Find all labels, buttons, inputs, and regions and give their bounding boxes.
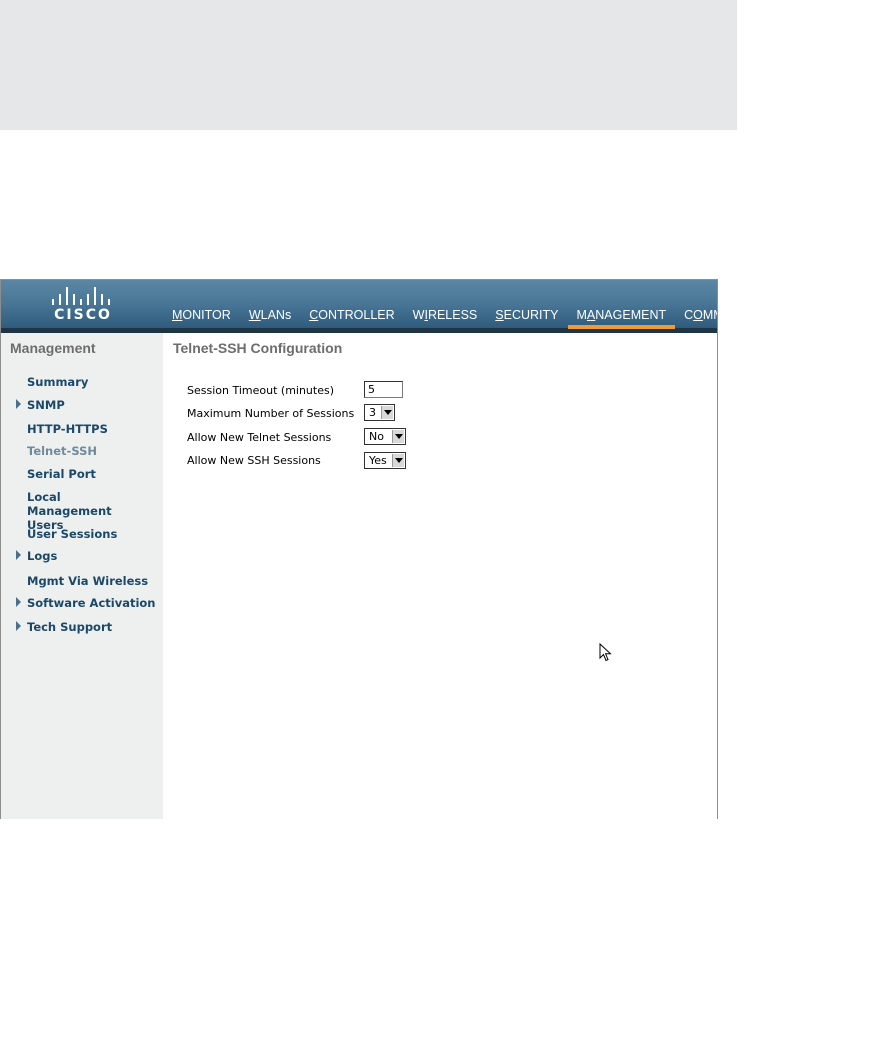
- sidebar-item-http-https[interactable]: HTTP-HTTPS: [27, 422, 157, 436]
- nav-monitor[interactable]: M ONITOR: [163, 280, 240, 328]
- max-sessions-select[interactable]: 3: [364, 404, 395, 421]
- main-nav: M ONITOR W LANs C ONTROLLER W I RELESS S ECURI…: [163, 280, 717, 329]
- session-timeout-label: Session Timeout (minutes): [187, 384, 335, 397]
- cisco-bridge-icon: [52, 287, 114, 305]
- allow-telnet-select[interactable]: No: [364, 428, 406, 445]
- nav-management[interactable]: M A NAGEMENT: [567, 280, 676, 329]
- sidebar-item-snmp[interactable]: SNMP: [27, 398, 157, 412]
- nav-controller[interactable]: C ONTROLLER: [300, 280, 403, 328]
- allow-ssh-select[interactable]: Yes: [364, 452, 406, 469]
- sidebar-item-local-management-users[interactable]: Local Management Users: [27, 490, 147, 532]
- chevron-down-icon[interactable]: [381, 406, 393, 419]
- nav-wlans[interactable]: W LANs: [240, 280, 300, 328]
- chevron-down-icon[interactable]: [392, 454, 404, 467]
- allow-telnet-value: No: [369, 430, 384, 443]
- max-sessions-value: 3: [369, 406, 376, 419]
- sidebar-item-tech-support[interactable]: Tech Support: [27, 620, 157, 634]
- sidebar-item-serial-port[interactable]: Serial Port: [27, 467, 157, 481]
- sidebar-item-logs[interactable]: Logs: [27, 549, 157, 563]
- session-timeout-input[interactable]: 5: [364, 381, 403, 398]
- sidebar: Management Summary SNMP HTTP-HTTPS Telne…: [1, 333, 163, 819]
- expand-arrow-icon[interactable]: [16, 597, 21, 607]
- sidebar-item-telnet-ssh[interactable]: Telnet-SSH: [27, 444, 157, 458]
- cisco-logo: CISCO: [51, 287, 115, 325]
- sidebar-title: Management: [10, 340, 96, 356]
- nav-security[interactable]: S ECURITY: [486, 280, 567, 328]
- sidebar-item-mgmt-via-wireless[interactable]: Mgmt Via Wireless: [27, 574, 157, 588]
- sidebar-item-summary[interactable]: Summary: [27, 375, 157, 389]
- top-header: CISCO M ONITOR W LANs C ONTROLLER W I RELESS …: [1, 280, 717, 333]
- allow-telnet-label: Allow New Telnet Sessions: [187, 431, 332, 444]
- sidebar-item-user-sessions[interactable]: User Sessions: [27, 527, 157, 541]
- cisco-wordmark: CISCO: [54, 307, 112, 323]
- allow-ssh-label: Allow New SSH Sessions: [187, 454, 321, 467]
- mouse-pointer-icon: [599, 643, 612, 662]
- top-gray-band: [0, 0, 737, 130]
- expand-arrow-icon[interactable]: [16, 399, 21, 409]
- sidebar-item-software-activation[interactable]: Software Activation: [27, 596, 157, 610]
- nav-wireless[interactable]: W I RELESS: [404, 280, 487, 328]
- max-sessions-label: Maximum Number of Sessions: [187, 407, 355, 420]
- chevron-down-icon[interactable]: [392, 430, 404, 443]
- allow-ssh-value: Yes: [369, 454, 387, 467]
- wlc-web-ui: CISCO M ONITOR W LANs C ONTROLLER W I RELESS …: [0, 279, 718, 819]
- expand-arrow-icon[interactable]: [16, 621, 21, 631]
- expand-arrow-icon[interactable]: [16, 550, 21, 560]
- page-title: Telnet-SSH Configuration: [173, 340, 343, 356]
- nav-commands[interactable]: COMMANDS: [675, 280, 717, 328]
